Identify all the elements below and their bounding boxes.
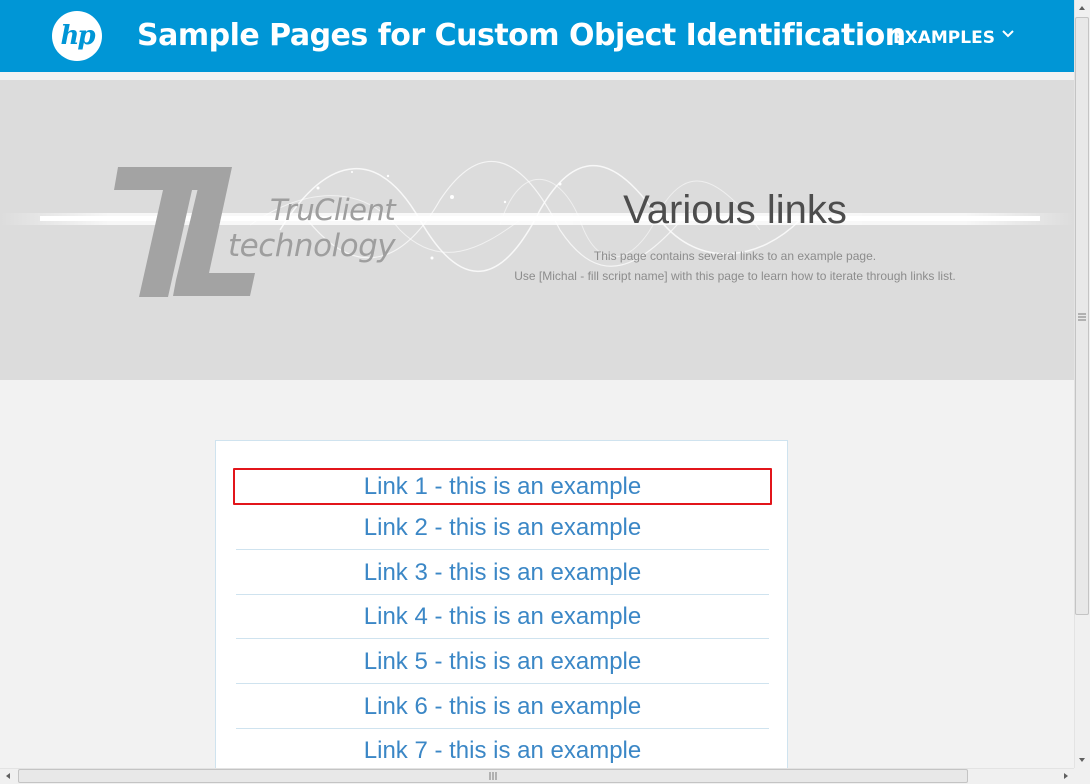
scroll-down-icon[interactable] bbox=[1074, 752, 1090, 768]
list-item: Link 1 - this is an example bbox=[233, 468, 772, 505]
link-4[interactable]: Link 4 - this is an example bbox=[364, 594, 641, 639]
scroll-right-icon[interactable] bbox=[1058, 768, 1074, 784]
list-item: Link 7 - this is an example bbox=[236, 728, 769, 773]
scroll-grip-icon bbox=[489, 772, 497, 780]
site-title: Sample Pages for Custom Object Identific… bbox=[137, 18, 906, 53]
page-description-line1: This page contains several links to an e… bbox=[593, 249, 877, 263]
link-7[interactable]: Link 7 - this is an example bbox=[364, 728, 641, 773]
link-5[interactable]: Link 5 - this is an example bbox=[364, 639, 641, 684]
list-item: Link 5 - this is an example bbox=[236, 639, 769, 684]
scrollbar-corner bbox=[1074, 768, 1090, 784]
scroll-grip-icon bbox=[1078, 313, 1086, 321]
scroll-up-icon[interactable] bbox=[1074, 0, 1090, 16]
hp-logo-text: hp bbox=[60, 21, 95, 51]
list-item: Link 4 - this is an example bbox=[236, 594, 769, 639]
truclient-wordmark: TruClient bbox=[270, 193, 396, 227]
link-3[interactable]: Link 3 - this is an example bbox=[364, 550, 641, 595]
chevron-down-icon[interactable] bbox=[1001, 27, 1015, 41]
page-title: Various links bbox=[623, 188, 847, 232]
list-item: Link 6 - this is an example bbox=[236, 684, 769, 729]
list-item: Link 2 - this is an example bbox=[236, 505, 769, 550]
link-6[interactable]: Link 6 - this is an example bbox=[364, 684, 641, 729]
links-card: Link 1 - this is an example Link 2 - thi… bbox=[215, 440, 788, 770]
scroll-left-icon[interactable] bbox=[0, 768, 16, 784]
page-description-line2: Use [Michal - fill script name] with thi… bbox=[514, 269, 956, 283]
nav-examples-menu[interactable]: EXAMPLES bbox=[893, 24, 995, 52]
top-bar: hp Sample Pages for Custom Object Identi… bbox=[0, 0, 1074, 72]
link-1[interactable]: Link 1 - this is an example bbox=[364, 470, 641, 503]
link-2[interactable]: Link 2 - this is an example bbox=[364, 505, 641, 550]
hero-banner: TruClient technology Various links This … bbox=[0, 80, 1074, 380]
hp-logo[interactable]: hp bbox=[52, 11, 102, 61]
header-gap bbox=[0, 72, 1074, 80]
technology-wordmark: technology bbox=[228, 228, 396, 264]
list-item: Link 3 - this is an example bbox=[236, 550, 769, 595]
